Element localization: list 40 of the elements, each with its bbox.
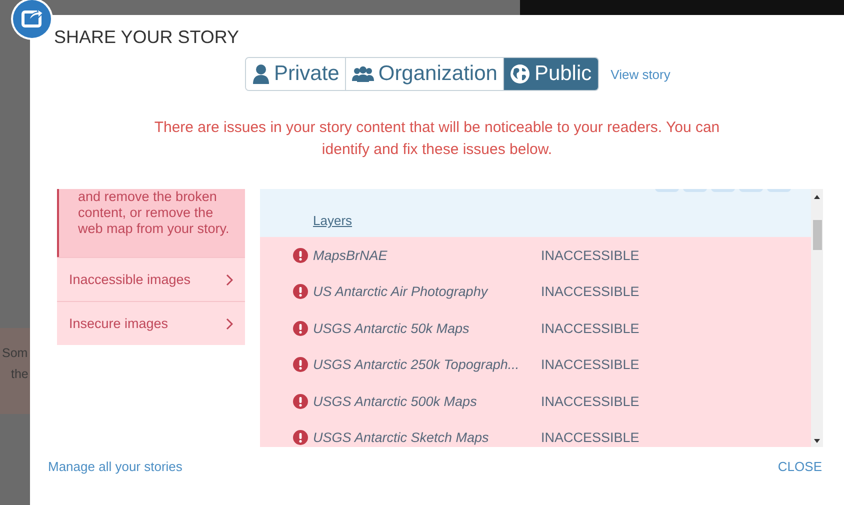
issue-message: and remove the broken content, or remove the web map from your story. — [57, 189, 245, 257]
scroll-up-icon[interactable] — [814, 195, 820, 199]
group-icon — [352, 65, 374, 83]
share-icon — [12, 0, 52, 39]
error-icon — [293, 320, 308, 336]
layer-status: INACCESSIBLE — [541, 394, 640, 409]
layer-status: INACCESSIBLE — [541, 284, 640, 300]
layer-name: MapsBrNAE — [313, 248, 388, 263]
error-icon — [293, 357, 308, 372]
chevron-right-icon — [226, 274, 233, 286]
layer-name: US Antarctic Air Photography — [313, 284, 490, 300]
scrollbar[interactable] — [811, 189, 823, 447]
error-icon — [293, 284, 308, 300]
layer-status: INACCESSIBLE — [541, 248, 640, 263]
person-icon — [252, 64, 270, 84]
view-story-link[interactable]: View story — [610, 66, 670, 82]
layer-name: USGS Antarctic 50k Maps — [313, 320, 470, 336]
layer-status: INACCESSIBLE — [541, 357, 640, 372]
visibility-tab[interactable]: Public — [503, 58, 598, 90]
dialog-title: SHARE YOUR STORY — [54, 27, 240, 49]
layers-link[interactable]: Layers — [313, 213, 352, 228]
layer-name: USGS Antarctic Sketch Maps — [313, 430, 490, 446]
background-text: Som — [2, 345, 28, 362]
layer-status: INACCESSIBLE — [541, 430, 640, 446]
globe-icon — [510, 64, 530, 84]
close-button[interactable]: CLOSE — [778, 459, 822, 474]
chevron-right-icon — [226, 318, 233, 330]
issue-category[interactable]: Inaccessible images — [57, 257, 245, 301]
warning-message: There are issues in your story content that will be noticeable to your readers. You can identify and fix these issues below. — [153, 118, 721, 160]
manage-stories-link[interactable]: Manage all your stories — [48, 459, 182, 474]
scroll-down-icon[interactable] — [814, 439, 820, 443]
layer-name: USGS Antarctic 250k Topograph... — [313, 357, 520, 372]
error-icon — [293, 394, 308, 409]
layer-status: INACCESSIBLE — [541, 320, 640, 336]
scroll-thumb[interactable] — [813, 220, 822, 250]
issue-category[interactable]: Insecure images — [57, 301, 245, 345]
error-icon — [293, 248, 308, 263]
background-text: the — [11, 366, 28, 383]
error-icon — [293, 430, 308, 446]
layer-name: USGS Antarctic 500k Maps — [313, 394, 478, 409]
